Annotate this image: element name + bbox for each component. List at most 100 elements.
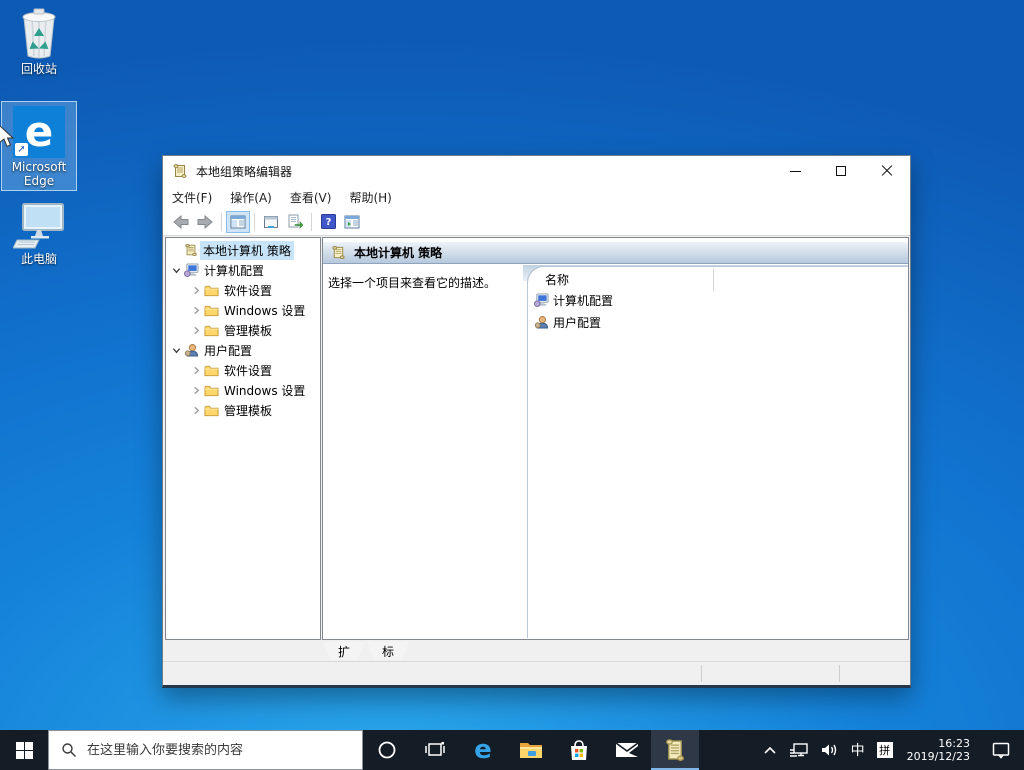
selection-description: 选择一个项目来查看它的描述。 (328, 276, 497, 290)
content-area: 本地计算机 策略 计算机配置 软件设置 Windows 设置 管理模板 用户配置… (163, 236, 910, 642)
folder-icon (204, 305, 219, 316)
search-icon (62, 743, 76, 757)
console-tree-pane: 本地计算机 策略 计算机配置 软件设置 Windows 设置 管理模板 用户配置… (165, 237, 321, 640)
taskbar-edge-button[interactable]: e (459, 730, 507, 770)
taskbar-mail-button[interactable] (603, 730, 651, 770)
maximize-button[interactable] (818, 156, 864, 186)
export-list-button[interactable] (283, 211, 307, 233)
toolbar-separator (311, 212, 312, 231)
view-tabs: 扩展 标准 (163, 642, 910, 661)
extended-view-icon (344, 215, 360, 228)
start-button[interactable] (0, 730, 48, 770)
taskbar-store-button[interactable] (555, 730, 603, 770)
microsoft-store-icon (571, 740, 587, 760)
action-center-icon (992, 742, 1010, 759)
ime-mode-indicator[interactable]: 拼 (871, 730, 899, 770)
chevron-right-icon[interactable] (189, 406, 204, 415)
show-console-tree-button[interactable] (226, 210, 250, 233)
list-item-user-configuration[interactable]: 用户配置 (534, 312, 601, 332)
taskbar-explorer-button[interactable] (507, 730, 555, 770)
desktop-icon-label: Microsoft Edge (11, 160, 67, 188)
chevron-down-icon[interactable] (169, 266, 184, 275)
menu-help[interactable]: 帮助(H) (340, 187, 400, 208)
titlebar[interactable]: 本地组策略编辑器 (163, 156, 910, 186)
edge-logo-icon: e (24, 107, 54, 156)
user-config-icon (534, 316, 549, 329)
tree-item-software-settings-user[interactable]: 软件设置 (166, 360, 320, 380)
menu-action[interactable]: 操作(A) (221, 187, 281, 208)
menu-file[interactable]: 文件(F) (163, 187, 221, 208)
chevron-down-icon[interactable] (169, 346, 184, 355)
tree-item-administrative-templates-user[interactable]: 管理模板 (166, 400, 320, 420)
desktop-icon-label: 回收站 (20, 62, 57, 76)
tree-item-user-configuration[interactable]: 用户配置 (166, 340, 320, 360)
tree-item-computer-configuration[interactable]: 计算机配置 (166, 260, 320, 280)
tree-item-windows-settings[interactable]: Windows 设置 (166, 300, 320, 320)
recycle-bin-icon (22, 8, 56, 59)
svg-text:?: ? (325, 217, 331, 228)
clock-date: 2019/12/23 (906, 750, 970, 763)
network-icon (789, 743, 808, 757)
console-tree-icon (230, 215, 246, 228)
statusbar-divider (701, 665, 702, 682)
forward-arrow-icon (197, 214, 213, 229)
details-header-title: 本地计算机 策略 (354, 246, 443, 260)
tray-overflow-button[interactable] (757, 730, 783, 770)
chevron-right-icon[interactable] (189, 366, 204, 375)
action-center-button[interactable] (978, 730, 1024, 770)
chevron-right-icon[interactable] (189, 286, 204, 295)
close-button[interactable] (864, 156, 910, 186)
chevron-right-icon[interactable] (189, 386, 204, 395)
extended-view-button[interactable] (340, 211, 364, 233)
volume-status[interactable] (815, 730, 845, 770)
chevron-right-icon[interactable] (189, 306, 204, 315)
tree-item-label: Windows 设置 (224, 303, 306, 318)
desktop-icon-recycle-bin[interactable]: 回收站 (1, 6, 77, 76)
statusbar (163, 661, 910, 685)
list-item-computer-configuration[interactable]: 计算机配置 (534, 290, 613, 310)
tree-item-windows-settings-user[interactable]: Windows 设置 (166, 380, 320, 400)
tree-item-label: 管理模板 (224, 323, 273, 338)
chevron-up-icon (764, 746, 776, 754)
taskbar-clock[interactable]: 16:23 2019/12/23 (899, 730, 978, 770)
folder-icon (204, 325, 219, 336)
tab-extended[interactable]: 扩展 (323, 642, 365, 660)
scroll-icon (332, 246, 345, 259)
taskbar-search[interactable] (48, 730, 363, 770)
window-title: 本地组策略编辑器 (196, 164, 293, 179)
task-view-button[interactable] (411, 730, 459, 770)
back-arrow-icon (173, 214, 189, 229)
tree-item-label: Windows 设置 (224, 383, 306, 398)
tree-item-label: 本地计算机 策略 (200, 240, 294, 260)
column-header-name[interactable]: 名称 (545, 271, 569, 288)
minimize-button[interactable] (772, 156, 818, 186)
list-item-label: 计算机配置 (553, 293, 614, 308)
statusbar-divider (839, 665, 840, 682)
column-divider[interactable] (713, 269, 714, 291)
back-button[interactable] (169, 211, 193, 233)
help-button[interactable]: ? (316, 211, 340, 233)
tab-standard[interactable]: 标准 (367, 642, 409, 660)
close-icon (881, 165, 893, 177)
desktop-icon-this-pc[interactable]: 此电脑 (1, 200, 77, 266)
taskbar-gpedit-button[interactable] (651, 730, 699, 770)
search-input[interactable] (87, 742, 327, 758)
ime-mode-badge: 拼 (876, 742, 893, 758)
system-tray: 中 拼 16:23 2019/12/23 (757, 730, 1024, 770)
user-config-icon (184, 344, 199, 357)
properties-button[interactable] (259, 211, 283, 233)
ime-language-indicator[interactable]: 中 (845, 730, 871, 770)
forward-button[interactable] (193, 211, 217, 233)
tree-item-local-computer-policy[interactable]: 本地计算机 策略 (166, 240, 320, 260)
tree-item-label: 软件设置 (224, 283, 273, 298)
help-icon: ? (320, 214, 336, 229)
chevron-right-icon[interactable] (189, 326, 204, 335)
edge-icon: e (474, 735, 492, 765)
menubar: 文件(F) 操作(A) 查看(V) 帮助(H) (163, 186, 910, 208)
network-status[interactable] (783, 730, 815, 770)
cortana-button[interactable] (363, 730, 411, 770)
tree-item-software-settings[interactable]: 软件设置 (166, 280, 320, 300)
details-pane: 本地计算机 策略 选择一个项目来查看它的描述。 名称 计算机配置 用户配置 (322, 237, 909, 640)
menu-view[interactable]: 查看(V) (281, 187, 341, 208)
tree-item-administrative-templates[interactable]: 管理模板 (166, 320, 320, 340)
